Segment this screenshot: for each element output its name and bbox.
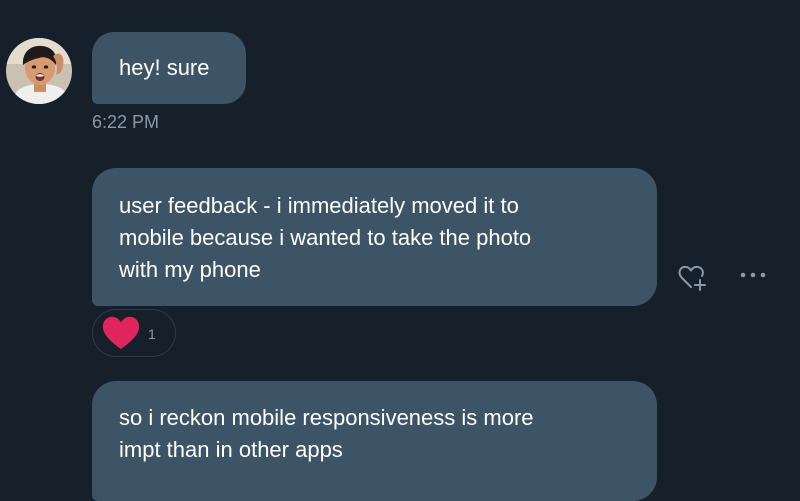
heart-icon [102, 316, 140, 349]
message-bubble[interactable]: so i reckon mobile responsiveness is mor… [92, 381, 657, 501]
message-text: mobile because i wanted to take the phot… [119, 225, 532, 250]
message-text: so i reckon mobile responsiveness is mor… [119, 405, 534, 430]
message-text: with my phone [119, 257, 261, 282]
message-timestamp: 6:22 PM [92, 112, 160, 132]
message-bubble[interactable]: user feedback - i immediately moved it t… [92, 168, 657, 306]
sender-avatar[interactable] [6, 38, 72, 104]
message-text: user feedback - i immediately moved it t… [119, 193, 519, 218]
reaction-count: 1 [148, 326, 156, 342]
message-bubble[interactable]: hey! sure [92, 32, 246, 104]
heart-plus-icon[interactable] [676, 262, 708, 292]
reaction-badge[interactable]: 1 [92, 309, 176, 357]
message-text: impt than in other apps [119, 437, 343, 462]
message-text: hey! sure [119, 55, 210, 80]
more-options-icon[interactable] [736, 265, 770, 285]
avatar-photo [6, 38, 72, 104]
